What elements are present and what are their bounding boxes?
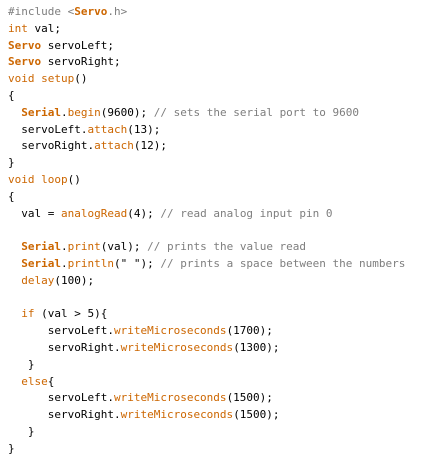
code-editor[interactable]: #include <Servo.h> int val; Servo servoLef… — [0, 0, 431, 463]
code-token: servoLeft. — [8, 324, 114, 338]
code-line: } — [8, 441, 431, 458]
code-token: . — [61, 256, 68, 270]
code-line: { — [8, 88, 431, 105]
code-line: } — [8, 424, 431, 441]
code-token: (100); — [54, 273, 95, 287]
code-token: // sets the serial port to 9600 — [153, 105, 360, 119]
code-token: (9600); — [100, 105, 154, 119]
code-line: Serial.print(val); // prints the value r… — [8, 239, 431, 256]
code-token: // prints a space between the numbers — [160, 256, 406, 270]
code-token: } — [8, 357, 35, 371]
code-token: (val); — [100, 240, 148, 254]
code-line: delay(100); — [8, 273, 431, 290]
code-token: Serial — [21, 256, 61, 270]
code-token: writeMicroseconds — [120, 408, 234, 422]
code-token: servoRight. — [8, 340, 121, 354]
code-token: if — [21, 307, 35, 321]
code-token: (1500); — [233, 408, 280, 422]
code-token: analogRead — [60, 206, 128, 220]
code-token: begin — [67, 105, 101, 119]
code-token: { — [47, 374, 55, 388]
code-token: Servo — [8, 55, 42, 69]
code-token: (1700); — [226, 324, 273, 338]
code-token: servoRight. — [8, 408, 121, 422]
code-line: } — [8, 155, 431, 172]
code-line: servoLeft.attach(13); — [8, 122, 431, 139]
code-token: Servo — [8, 38, 42, 52]
code-token: (13); — [127, 122, 161, 136]
code-token: (4); — [127, 206, 161, 220]
code-token: .h> — [107, 5, 128, 18]
code-line: Servo servoLeft; — [8, 38, 431, 55]
code-line: Servo servoRight; — [8, 54, 431, 71]
code-token: print — [67, 240, 101, 254]
code-token: writeMicroseconds — [120, 340, 234, 354]
code-token: writeMicroseconds — [113, 391, 227, 405]
code-line: if (val > 5){ — [8, 306, 431, 323]
code-token: (" "); — [113, 256, 161, 270]
code-line: servoRight.writeMicroseconds(1300); — [8, 340, 431, 357]
code-line: void setup() — [8, 71, 431, 88]
code-token: val = — [8, 206, 61, 220]
code-token: } — [8, 424, 35, 438]
code-token: () — [74, 72, 88, 86]
code-line: servoLeft.writeMicroseconds(1500); — [8, 390, 431, 407]
code-token: #include < — [8, 5, 75, 18]
code-token: else — [21, 374, 48, 388]
code-line: { — [8, 189, 431, 206]
code-token: () — [67, 172, 81, 186]
code-token: loop — [41, 172, 68, 186]
code-token: println — [67, 256, 114, 270]
code-token: } — [8, 156, 15, 170]
code-token: int — [8, 21, 28, 35]
code-token: val; — [27, 21, 61, 35]
code-token: servoLeft; — [41, 38, 114, 52]
code-token: { — [8, 189, 15, 203]
code-token: servoLeft. — [8, 391, 114, 405]
code-token: Servo — [74, 5, 108, 18]
code-token: setup — [41, 72, 75, 86]
code-line: val = analogRead(4); // read analog inpu… — [8, 206, 431, 223]
code-token: (1500); — [226, 391, 273, 405]
code-token: . — [61, 240, 68, 254]
code-token: writeMicroseconds — [113, 324, 227, 338]
code-line: servoRight.writeMicroseconds(1500); — [8, 407, 431, 424]
code-token: Serial — [21, 240, 61, 254]
code-line: #include <Servo.h> — [8, 4, 431, 21]
code-token: servoRight; — [41, 55, 121, 69]
code-line: void loop() — [8, 172, 431, 189]
code-token: Serial — [21, 105, 61, 119]
code-token: attach — [87, 122, 128, 136]
code-token: delay — [21, 273, 55, 287]
code-line: servoLeft.writeMicroseconds(1700); — [8, 323, 431, 340]
code-token: { — [8, 88, 15, 102]
code-token: void — [8, 172, 35, 186]
code-token: // read analog input pin 0 — [160, 206, 333, 220]
code-token: // prints the value read — [147, 240, 307, 254]
code-token: (12); — [133, 139, 167, 153]
code-token: attach — [94, 139, 134, 153]
code-line: Serial.begin(9600); // sets the serial p… — [8, 105, 431, 122]
code-line: int val; — [8, 21, 431, 38]
code-token: servoRight. — [8, 139, 95, 153]
code-line: else{ — [8, 374, 431, 391]
code-token: . — [61, 105, 68, 119]
code-line: Serial.println(" "); // prints a space b… — [8, 256, 431, 273]
code-token: (val > 5){ — [34, 307, 108, 321]
code-token: void — [8, 72, 35, 86]
code-token: } — [8, 441, 15, 455]
code-line: } — [8, 357, 431, 374]
code-token: (1300); — [233, 340, 280, 354]
code-token: servoLeft. — [8, 122, 88, 136]
code-line: servoRight.attach(12); — [8, 138, 431, 155]
